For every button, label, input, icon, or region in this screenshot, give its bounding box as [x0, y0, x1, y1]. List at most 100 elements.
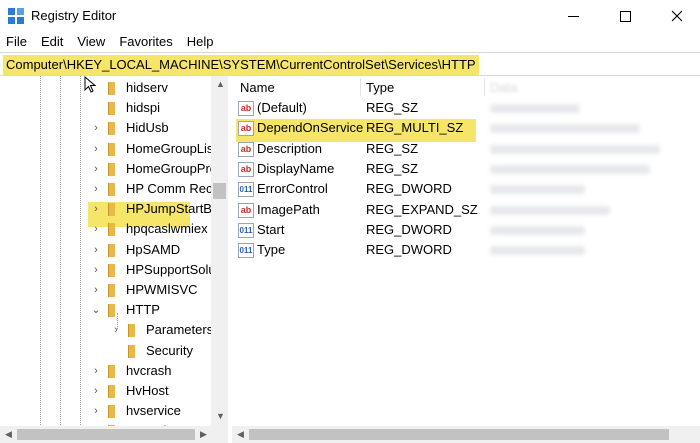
tree-item-label: HTTP: [126, 302, 160, 318]
address-path[interactable]: Computer\HKEY_LOCAL_MACHINE\SYSTEM\Curre…: [3, 55, 479, 75]
value-data-redacted: [490, 144, 660, 154]
value-type: REG_MULTI_SZ: [366, 120, 464, 136]
chevron-right-icon[interactable]: ›: [91, 202, 101, 216]
chevron-right-icon[interactable]: ›: [91, 142, 101, 156]
value-name: Start: [257, 221, 285, 237]
folder-icon: [108, 82, 115, 95]
tree-item[interactable]: › HpSAMD: [0, 240, 212, 260]
registry-icon: [8, 8, 24, 24]
folder-icon: [108, 223, 115, 237]
value-row[interactable]: 011 Type REG_DWORD: [232, 240, 700, 260]
close-button[interactable]: [654, 0, 700, 32]
column-header-name[interactable]: Name: [240, 80, 275, 95]
tree-item[interactable]: ⌄ HTTP: [0, 300, 212, 320]
tree-item-label: Security: [146, 342, 193, 358]
folder-icon: [108, 183, 115, 196]
tree-item[interactable]: hidspi: [0, 98, 212, 118]
value-data-redacted: [490, 246, 585, 256]
tree-item[interactable]: ›HomeGroupProvider: [0, 159, 227, 179]
folder-icon: [108, 304, 115, 318]
chevron-right-icon[interactable]: ›: [91, 162, 101, 176]
value-data-redacted: [490, 104, 580, 113]
folder-icon: [108, 122, 115, 136]
chevron-down-icon[interactable]: ⌄: [91, 303, 101, 317]
value-row[interactable]: ab (Default) REG_SZ: [232, 98, 700, 118]
chevron-right-icon[interactable]: ›: [91, 121, 101, 135]
tree-item[interactable]: › hpqcaslwmiex: [0, 219, 212, 239]
folder-icon: [108, 243, 115, 257]
menu-edit[interactable]: Edit: [34, 32, 70, 52]
value-row[interactable]: ab DisplayName REG_SZ: [232, 159, 700, 179]
value-row[interactable]: ab DependOnService REG_MULTI_SZ: [232, 118, 700, 138]
tree-item[interactable]: › HP Comm Recover: [0, 179, 227, 199]
chevron-right-icon[interactable]: ›: [91, 263, 101, 277]
chevron-right-icon[interactable]: ›: [91, 283, 101, 297]
menu-help[interactable]: Help: [180, 32, 221, 52]
tree-item-label: hidspi: [126, 100, 160, 116]
tree-hscroll-thumb[interactable]: [17, 429, 195, 440]
value-row[interactable]: 011 ErrorControl REG_DWORD: [232, 179, 700, 199]
value-name: DisplayName: [257, 160, 335, 176]
chevron-right-icon[interactable]: ›: [91, 404, 101, 418]
menu-file[interactable]: File: [0, 32, 34, 52]
chevron-right-icon[interactable]: [91, 101, 101, 115]
menu-view[interactable]: View: [70, 32, 112, 52]
tree-item[interactable]: › HPWMISVC: [0, 280, 212, 300]
values-pane: Name Type Data ab (Default) REG_SZ ab Depend…: [232, 76, 700, 443]
address-bar[interactable]: Computer\HKEY_LOCAL_MACHINE\SYSTEM\Curre…: [0, 52, 700, 76]
string-value-icon: ab: [238, 101, 254, 116]
chevron-right-icon[interactable]: ›: [91, 182, 101, 196]
value-name: (Default): [257, 100, 307, 115]
tree-item[interactable]: › HidUsb: [0, 118, 212, 138]
tree-item[interactable]: ›HomeGroupListener: [0, 139, 227, 159]
maximize-button[interactable]: [602, 0, 648, 32]
value-type: REG_SZ: [366, 160, 419, 176]
tree-item-label: hpqcaslwmiex: [126, 221, 208, 237]
folder-icon: [128, 324, 135, 338]
folder-icon: [108, 385, 115, 398]
chevron-right-icon[interactable]: [111, 344, 121, 358]
minimize-button[interactable]: [550, 0, 596, 32]
scroll-left-icon[interactable]: ◀: [5, 429, 12, 440]
chevron-right-icon[interactable]: ›: [91, 222, 101, 236]
value-name: DependOnService: [257, 120, 364, 136]
values-hscroll-thumb[interactable]: [249, 429, 669, 440]
scroll-down-icon[interactable]: ▼: [216, 411, 225, 421]
column-header-type[interactable]: Type: [366, 80, 394, 95]
tree-item-label: hidserv: [126, 80, 168, 95]
maximize-icon: [619, 10, 631, 22]
column-header-data[interactable]: Data: [490, 80, 517, 95]
value-row[interactable]: 011 Start REG_DWORD: [232, 220, 700, 240]
tree-item[interactable]: › hvservice: [0, 401, 212, 421]
value-data-redacted: [490, 205, 610, 215]
tree-vertical-scrollbar[interactable]: ▲ ▼: [211, 76, 228, 426]
value-data-redacted: [490, 185, 585, 195]
tree-item[interactable]: ›HPSupportSolutionsFrameworkService: [0, 260, 227, 280]
tree-item[interactable]: › HvHost: [0, 381, 212, 401]
folder-icon: [108, 162, 115, 176]
chevron-right-icon[interactable]: ›: [91, 364, 101, 378]
tree-scroll-thumb[interactable]: [213, 183, 226, 199]
value-type: REG_DWORD: [366, 242, 452, 258]
title-bar: Registry Editor: [0, 0, 700, 32]
tree-item[interactable]: Security: [0, 341, 212, 361]
scroll-right-icon[interactable]: ▶: [200, 429, 207, 440]
tree-item[interactable]: ›HPJumpStartBridge: [0, 199, 227, 219]
value-row[interactable]: ab Description REG_SZ: [232, 139, 700, 159]
string-value-icon: ab: [238, 141, 254, 157]
tree-item[interactable]: hidserv: [0, 78, 212, 98]
value-type: REG_DWORD: [366, 181, 452, 197]
column-divider[interactable]: [484, 78, 485, 96]
chevron-right-icon[interactable]: ›: [111, 323, 121, 337]
value-name: Type: [257, 242, 286, 258]
chevron-right-icon[interactable]: ›: [91, 384, 101, 398]
column-divider[interactable]: [360, 78, 361, 96]
chevron-right-icon[interactable]: ›: [91, 243, 101, 257]
tree-item[interactable]: › Parameters: [0, 320, 213, 340]
string-value-icon: ab: [238, 161, 254, 177]
tree-item[interactable]: › hvcrash: [0, 361, 212, 381]
scroll-up-icon[interactable]: ▲: [216, 79, 225, 89]
value-row[interactable]: ab ImagePath REG_EXPAND_SZ: [232, 200, 700, 220]
menu-favorites[interactable]: Favorites: [112, 32, 179, 52]
scroll-left-icon[interactable]: ◀: [237, 429, 244, 440]
